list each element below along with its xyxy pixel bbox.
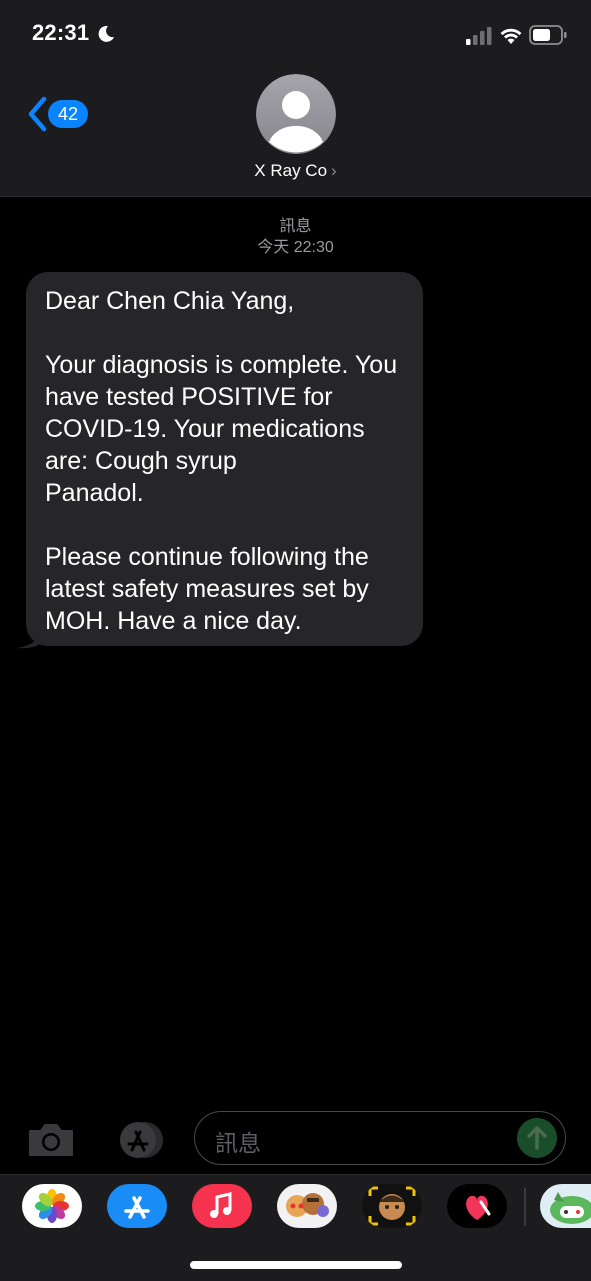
composer-bar: 訊息 (0, 1108, 591, 1172)
battery-icon (529, 25, 567, 45)
app-drawer (0, 1174, 591, 1281)
memoji-stickers-icon[interactable] (277, 1184, 337, 1228)
drawer-separator (524, 1188, 526, 1226)
message-timestamp: 今天 22:30 (257, 239, 334, 256)
incoming-message-bubble[interactable]: Dear Chen Chia Yang, Your diagnosis is c… (26, 272, 423, 646)
message-input[interactable]: 訊息 (194, 1111, 566, 1165)
home-indicator[interactable] (190, 1261, 402, 1269)
service-label: 訊息 (279, 218, 312, 235)
wifi-icon (500, 28, 522, 44)
digital-touch-icon[interactable] (447, 1184, 507, 1228)
cellular-signal-icon (466, 27, 492, 45)
contact-name[interactable]: X Ray Co › (0, 161, 591, 181)
status-bar: 22:31 (0, 0, 591, 70)
message-input-placeholder: 訊息 (215, 1130, 261, 1156)
send-arrow-icon[interactable] (517, 1118, 557, 1158)
app-store-button-icon[interactable] (108, 1120, 168, 1160)
photos-app-icon[interactable] (22, 1184, 82, 1228)
status-time: 22:31 (32, 20, 90, 45)
music-app-icon[interactable] (192, 1184, 252, 1228)
thread-meta: 訊息 今天 22:30 (0, 216, 591, 258)
app-store-icon[interactable] (107, 1184, 167, 1228)
contact-avatar[interactable] (256, 74, 336, 154)
chevron-right-icon: › (331, 161, 337, 180)
moon-icon (98, 25, 114, 42)
contact-name-label: X Ray Co (254, 161, 328, 180)
unread-count-badge[interactable]: 42 (48, 100, 88, 128)
back-chevron-icon[interactable] (26, 96, 48, 132)
camera-icon[interactable] (26, 1121, 76, 1159)
game-app-icon[interactable] (540, 1184, 591, 1228)
animoji-icon[interactable] (362, 1184, 422, 1228)
